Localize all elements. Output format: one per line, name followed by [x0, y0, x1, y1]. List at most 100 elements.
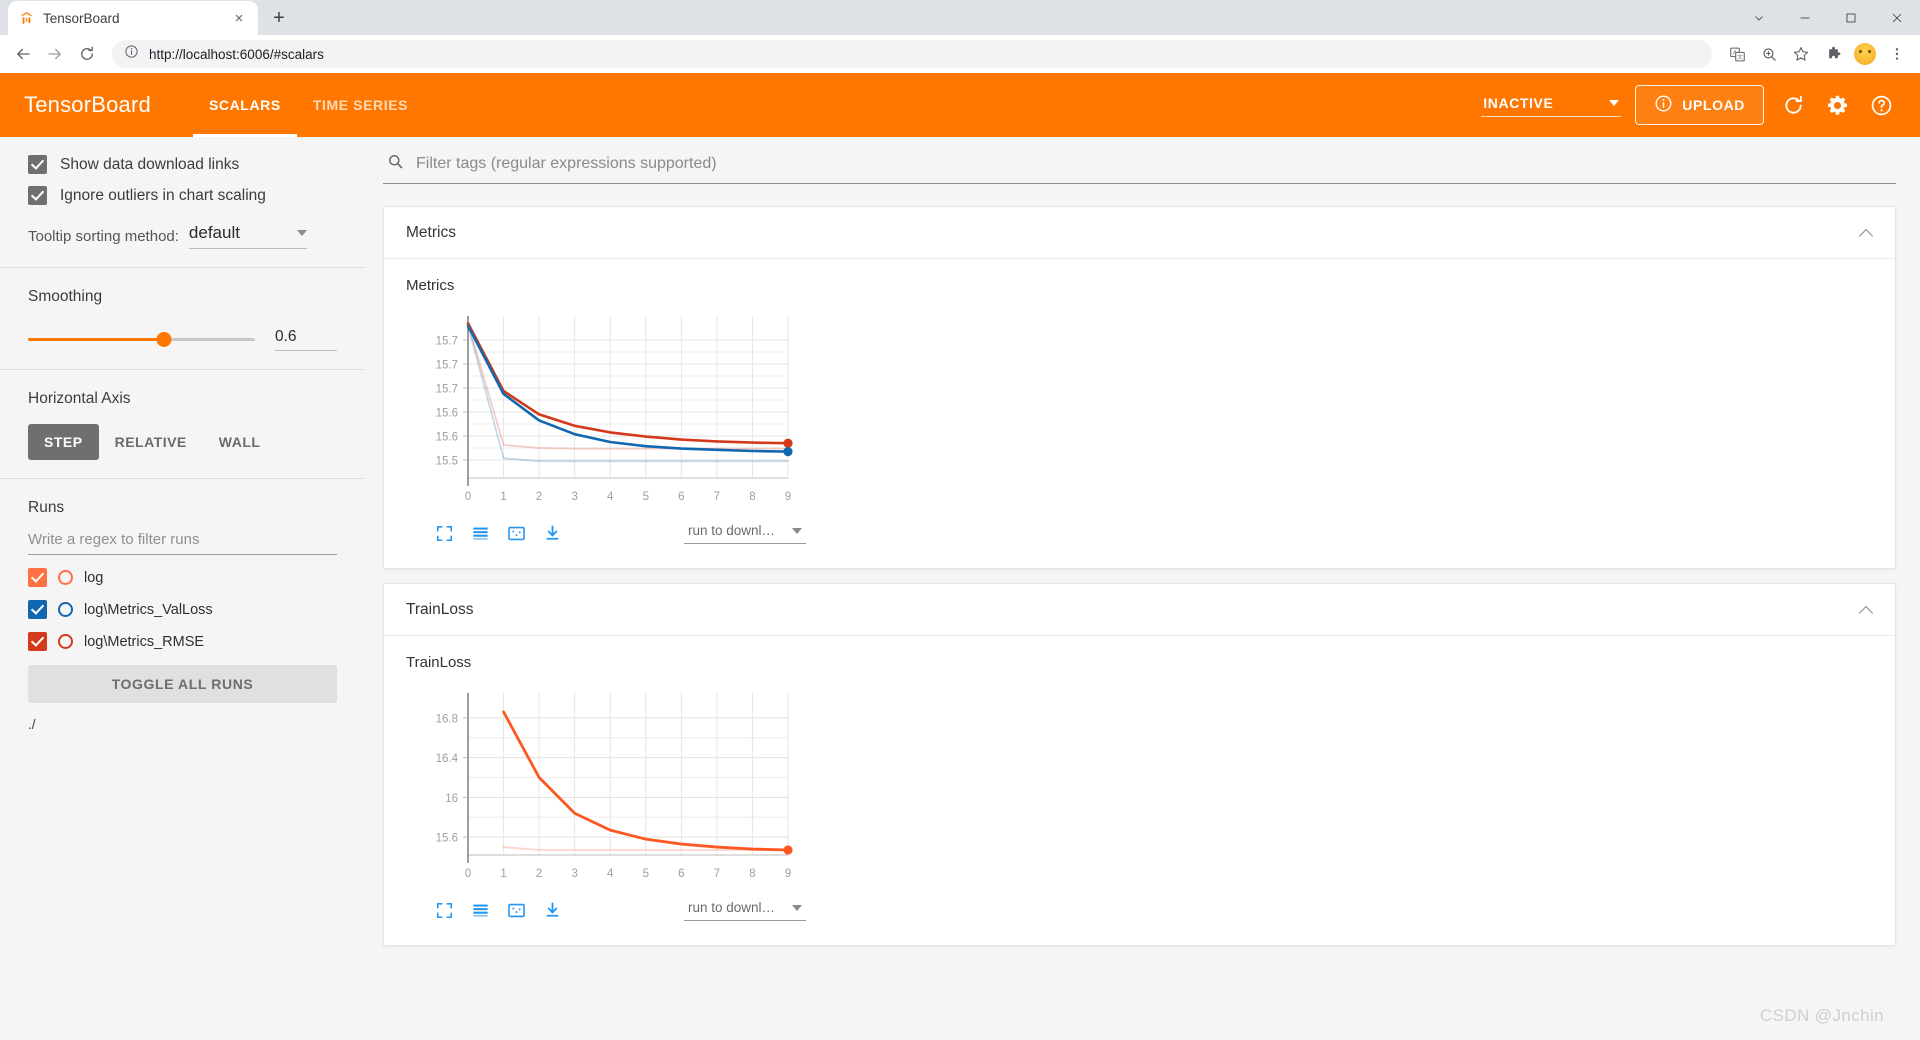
- download-icon[interactable]: [542, 524, 562, 544]
- toggle-all-runs-button[interactable]: TOGGLE ALL RUNS: [28, 665, 337, 703]
- tooltip-sorting-select[interactable]: default: [188, 223, 307, 249]
- axis-option-wall[interactable]: WALL: [203, 424, 277, 460]
- back-icon[interactable]: [8, 39, 38, 69]
- forward-icon[interactable]: [40, 39, 70, 69]
- tensorboard-app: TensorBoard SCALARS TIME SERIES INACTIVE…: [0, 73, 1920, 1040]
- browser-menu-icon[interactable]: [1882, 39, 1912, 69]
- checkbox-checked-icon[interactable]: [28, 186, 47, 205]
- tab-close-icon[interactable]: ×: [230, 9, 248, 27]
- svg-text:0: 0: [465, 868, 471, 880]
- card-trainloss: TrainLoss TrainLoss 16.8 16.4 16 15.6 0 1 2 3 4 5…: [383, 583, 1896, 946]
- slider-knob[interactable]: [156, 332, 172, 347]
- run-item-log[interactable]: log: [28, 568, 337, 587]
- svg-text:15.7: 15.7: [436, 384, 458, 396]
- chart-trainloss[interactable]: 16.8 16.4 16 15.6 0 1 2 3 4 5 6 7 8 9 ru…: [406, 679, 806, 921]
- refresh-icon[interactable]: [1778, 90, 1808, 120]
- chevron-down-icon: [1609, 100, 1620, 106]
- info-circle-icon: [1654, 94, 1673, 116]
- option-show-data-download-links[interactable]: Show data download links: [28, 155, 337, 174]
- slider-fill: [28, 338, 165, 341]
- tab-search-icon[interactable]: [1736, 0, 1782, 35]
- site-info-icon[interactable]: [124, 44, 139, 64]
- expand-fullscreen-icon[interactable]: [434, 901, 454, 921]
- upload-button[interactable]: UPLOAD: [1635, 85, 1764, 125]
- tag-filter-input[interactable]: Filter tags (regular expressions support…: [416, 155, 717, 173]
- window-maximize-button[interactable]: [1828, 0, 1874, 35]
- chevron-down-icon: [792, 904, 802, 911]
- svg-text:5: 5: [643, 868, 649, 880]
- help-circle-icon[interactable]: [1866, 90, 1896, 120]
- data-series-lines-icon[interactable]: [470, 901, 490, 921]
- chart-metrics[interactable]: 15.7 15.7 15.7 15.6 15.6 15.5 0 1 2 3 4 5 6 7 8 9: [406, 302, 806, 544]
- tag-filter-bar[interactable]: Filter tags (regular expressions support…: [383, 153, 1896, 184]
- svg-text:15.7: 15.7: [436, 336, 458, 348]
- svg-text:15.6: 15.6: [436, 833, 458, 845]
- tooltip-sorting-label: Tooltip sorting method:: [28, 228, 179, 245]
- reload-icon[interactable]: [72, 39, 102, 69]
- horizontal-axis-options: STEP RELATIVE WALL: [28, 424, 337, 460]
- fit-domain-icon[interactable]: [506, 901, 526, 921]
- chart-trainloss-svg: 16.8 16.4 16 15.6 0 1 2 3 4 5 6 7 8 9: [436, 693, 793, 880]
- tab-scalars[interactable]: SCALARS: [192, 73, 297, 137]
- run-to-download-label: run to downl…: [688, 523, 776, 538]
- svg-text:15.6: 15.6: [436, 432, 458, 444]
- run-to-download-dropdown[interactable]: run to downl…: [684, 523, 806, 544]
- chart-metrics-svg: 15.7 15.7 15.7 15.6 15.6 15.5 0 1 2 3 4 5 6 7 8 9: [436, 316, 793, 503]
- window-close-button[interactable]: [1874, 0, 1920, 35]
- run-item-metrics-rmse[interactable]: log\Metrics_RMSE: [28, 632, 337, 651]
- svg-text:7: 7: [714, 491, 720, 503]
- main-content: Filter tags (regular expressions support…: [365, 137, 1920, 1040]
- option-ignore-outliers[interactable]: Ignore outliers in chart scaling: [28, 186, 337, 205]
- browser-tab[interactable]: TensorBoard ×: [8, 1, 258, 35]
- upload-button-label: UPLOAD: [1682, 97, 1745, 113]
- smoothing-value-input[interactable]: 0.6: [275, 328, 337, 351]
- tensorboard-favicon-icon: [18, 10, 35, 27]
- fit-domain-icon[interactable]: [506, 524, 526, 544]
- profile-avatar[interactable]: [1850, 39, 1880, 69]
- chevron-down-icon: [792, 527, 802, 534]
- run-item-metrics-valloss[interactable]: log\Metrics_ValLoss: [28, 600, 337, 619]
- run-status-dropdown[interactable]: INACTIVE: [1481, 93, 1622, 117]
- svg-text:9: 9: [785, 491, 791, 503]
- run-to-download-dropdown[interactable]: run to downl…: [684, 900, 806, 921]
- expand-fullscreen-icon[interactable]: [434, 524, 454, 544]
- run-checkbox-icon[interactable]: [28, 568, 47, 587]
- app-nav-tabs: SCALARS TIME SERIES: [192, 73, 424, 137]
- divider: [0, 267, 365, 268]
- run-to-download-label: run to downl…: [688, 900, 776, 915]
- settings-gear-icon[interactable]: [1822, 90, 1852, 120]
- new-tab-button[interactable]: +: [264, 3, 294, 33]
- svg-text:9: 9: [785, 868, 791, 880]
- translate-icon[interactable]: A文: [1722, 39, 1752, 69]
- svg-text:16: 16: [445, 793, 458, 805]
- axis-option-relative[interactable]: RELATIVE: [99, 424, 203, 460]
- card-header[interactable]: TrainLoss: [384, 584, 1895, 636]
- chevron-up-icon[interactable]: [1859, 603, 1873, 617]
- data-series-lines-icon[interactable]: [470, 524, 490, 544]
- tooltip-sorting-row: Tooltip sorting method: default: [28, 223, 337, 249]
- zoom-icon[interactable]: [1754, 39, 1784, 69]
- horizontal-axis-section: Horizontal Axis STEP RELATIVE WALL: [0, 390, 365, 460]
- window-minimize-button[interactable]: [1782, 0, 1828, 35]
- runs-filter-input[interactable]: Write a regex to filter runs: [28, 531, 337, 555]
- run-item-label: log: [84, 569, 104, 586]
- run-item-label: log\Metrics_ValLoss: [84, 601, 213, 618]
- extensions-puzzle-icon[interactable]: [1818, 39, 1848, 69]
- checkbox-checked-icon[interactable]: [28, 155, 47, 174]
- download-icon[interactable]: [542, 901, 562, 921]
- run-checkbox-icon[interactable]: [28, 632, 47, 651]
- run-checkbox-icon[interactable]: [28, 600, 47, 619]
- chevron-up-icon[interactable]: [1859, 226, 1873, 240]
- divider: [0, 369, 365, 370]
- card-header[interactable]: Metrics: [384, 207, 1895, 259]
- tab-time-series[interactable]: TIME SERIES: [297, 73, 424, 137]
- run-color-circle-icon: [58, 602, 73, 617]
- axis-option-step[interactable]: STEP: [28, 424, 99, 460]
- svg-text:0: 0: [465, 491, 471, 503]
- smoothing-title: Smoothing: [28, 288, 103, 305]
- smoothing-slider[interactable]: [28, 331, 255, 349]
- runs-title: Runs: [28, 499, 65, 516]
- address-bar[interactable]: http://localhost:6006/#scalars: [112, 40, 1712, 68]
- bookmark-star-icon[interactable]: [1786, 39, 1816, 69]
- address-bar-url: http://localhost:6006/#scalars: [149, 46, 324, 62]
